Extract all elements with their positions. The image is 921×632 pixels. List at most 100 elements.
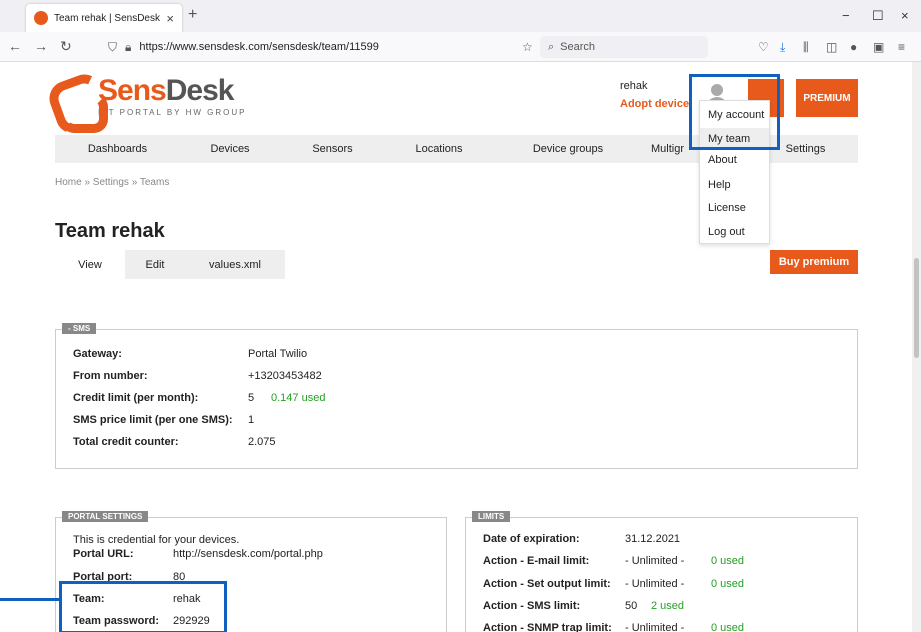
portal-row-url: Portal URL: http://sensdesk.com/portal.p… — [73, 546, 323, 562]
logo-subtitle: IoT PORTAL BY HW GROUP — [98, 108, 247, 117]
limits-label: Action - SNMP trap limit: — [483, 622, 612, 632]
minimize-icon[interactable]: − — [842, 8, 850, 23]
sms-value: 5 — [248, 392, 255, 404]
premium-button[interactable]: PREMIUM — [796, 79, 858, 117]
tab-edit[interactable]: Edit — [125, 250, 185, 279]
limits-label: Action - SMS limit: — [483, 600, 581, 612]
limits-panel: LIMITS Date of expiration: 31.12.2021 Ac… — [465, 511, 858, 632]
limits-value: - Unlimited - — [625, 555, 685, 567]
sms-label: Credit limit (per month): — [73, 392, 199, 404]
adopt-device-link[interactable]: Adopt device — [620, 98, 689, 110]
library-icon[interactable]: ⫼ — [803, 40, 809, 55]
limits-value: - Unlimited - — [625, 578, 685, 590]
search-icon: ⌕ — [548, 40, 555, 53]
portal-settings-title: PORTAL SETTINGS — [62, 511, 149, 522]
sms-row-gateway: Gateway: Portal Twilio — [73, 346, 307, 362]
limits-label: Date of expiration: — [483, 533, 580, 545]
sms-panel-title[interactable]: - SMS — [62, 323, 97, 334]
sms-label: From number: — [73, 370, 148, 382]
limits-title: LIMITS — [472, 511, 511, 522]
sms-value: Portal Twilio — [248, 348, 308, 360]
highlight-account-menu — [689, 74, 780, 150]
back-icon[interactable]: ← — [8, 38, 22, 54]
limits-row-set-output: Action - Set output limit: - Unlimited -… — [483, 576, 744, 592]
lock-icon: 🔒︎ — [125, 39, 132, 54]
username: rehak — [620, 80, 648, 92]
limits-row-expiration: Date of expiration: 31.12.2021 — [483, 531, 680, 547]
sms-value: 2.075 — [248, 436, 276, 448]
limits-used: 0 used — [711, 622, 745, 632]
sms-row-price-limit: SMS price limit (per one SMS): 1 — [73, 412, 254, 428]
download-icon[interactable]: ⤓ — [780, 40, 785, 55]
limits-value: 31.12.2021 — [625, 533, 681, 545]
sms-label: Gateway: — [73, 348, 122, 360]
menu-icon[interactable]: ≡ — [898, 40, 905, 54]
new-tab-icon[interactable]: + — [188, 6, 197, 24]
highlight-team-credentials — [59, 581, 227, 632]
menu-item-help[interactable]: Help — [708, 179, 731, 191]
sms-value: 1 — [248, 414, 255, 426]
sms-label: Total credit counter: — [73, 436, 179, 448]
team-tabs: View Edit values.xml — [55, 250, 285, 279]
profile-icon[interactable]: ● — [850, 40, 857, 54]
menu-item-about[interactable]: About — [708, 154, 737, 166]
page-scrollbar[interactable] — [912, 62, 921, 632]
limits-used: 2 used — [651, 600, 685, 612]
limits-row-snmp: Action - SNMP trap limit: - Unlimited - … — [483, 620, 744, 632]
logo-icon — [52, 77, 108, 133]
portal-value: http://sensdesk.com/portal.php — [173, 548, 323, 560]
browser-tab-title: Team rehak | SensDesk — [54, 12, 160, 24]
shield-icon: ⛉ — [108, 39, 118, 54]
limits-value: - Unlimited - — [625, 622, 685, 632]
limits-value: 50 — [625, 600, 638, 612]
sensdesk-favicon-icon — [34, 11, 48, 25]
buy-premium-button[interactable]: Buy premium — [770, 250, 858, 274]
browser-tab-strip: Team rehak | SensDesk × + − ☐ × — [0, 0, 921, 32]
sms-used: 0.147 used — [271, 392, 326, 404]
menu-item-log-out[interactable]: Log out — [708, 226, 745, 238]
logo-text-sens: Sens — [98, 74, 167, 107]
sms-label: SMS price limit (per one SMS): — [73, 414, 233, 426]
breadcrumb[interactable]: Home » Settings » Teams — [55, 177, 169, 188]
sidebar-icon[interactable]: ◫ — [826, 40, 837, 54]
url-text: https://www.sensdesk.com/sensdesk/team/1… — [139, 41, 379, 53]
sms-row-total-credit: Total credit counter: 2.075 — [73, 434, 276, 450]
nav-item-dashboards[interactable]: Dashboards — [55, 135, 180, 163]
limits-row-sms: Action - SMS limit: 50 2 used — [483, 598, 684, 614]
nav-item-devices[interactable]: Devices — [180, 135, 280, 163]
tab-view[interactable]: View — [55, 250, 125, 279]
search-placeholder: Search — [560, 41, 596, 53]
limits-label: Action - Set output limit: — [483, 578, 611, 590]
nav-item-device-groups[interactable]: Device groups — [493, 135, 643, 163]
maximize-icon[interactable]: ☐ — [872, 8, 884, 24]
sms-value: +13203453482 — [248, 370, 322, 382]
extension-icon[interactable]: ▣ — [873, 40, 884, 54]
close-tab-icon[interactable]: × — [166, 11, 174, 26]
page-title: Team rehak — [55, 220, 165, 242]
nav-item-sensors[interactable]: Sensors — [280, 135, 385, 163]
menu-item-license[interactable]: License — [708, 202, 746, 214]
logo-text-desk: Desk — [165, 74, 235, 107]
address-bar[interactable]: ⛉ 🔒︎ https://www.sensdesk.com/sensdesk/t… — [108, 36, 548, 58]
scrollbar-thumb[interactable] — [914, 258, 919, 358]
sms-panel: - SMS Gateway: Portal Twilio From number… — [55, 323, 858, 469]
limits-used: 0 used — [711, 578, 745, 590]
sms-row-credit-limit: Credit limit (per month): 5 0.147 used — [73, 390, 325, 406]
limits-used: 0 used — [711, 555, 745, 567]
pocket-icon[interactable]: ♡ — [758, 40, 769, 54]
limits-row-email: Action - E-mail limit: - Unlimited - 0 u… — [483, 553, 744, 569]
nav-item-locations[interactable]: Locations — [385, 135, 493, 163]
window-close-icon[interactable]: × — [901, 8, 909, 23]
sensdesk-logo[interactable]: SensDesk IoT PORTAL BY HW GROUP — [52, 74, 247, 133]
search-box[interactable]: ⌕ Search — [540, 36, 708, 58]
web-page: SensDesk IoT PORTAL BY HW GROUP rehak Ad… — [0, 62, 912, 632]
limits-label: Action - E-mail limit: — [483, 555, 590, 567]
sms-row-from-number: From number: +13203453482 — [73, 368, 322, 384]
reload-icon[interactable]: ↻ — [60, 38, 72, 55]
browser-tab[interactable]: Team rehak | SensDesk × — [26, 4, 182, 32]
bookmark-star-icon[interactable]: ☆ — [522, 40, 533, 54]
browser-toolbar: ← → ↻ ⛉ 🔒︎ https://www.sensdesk.com/sens… — [0, 32, 921, 62]
portal-label: Portal URL: — [73, 548, 134, 560]
forward-icon[interactable]: → — [34, 38, 48, 54]
tab-values-xml[interactable]: values.xml — [185, 250, 285, 279]
